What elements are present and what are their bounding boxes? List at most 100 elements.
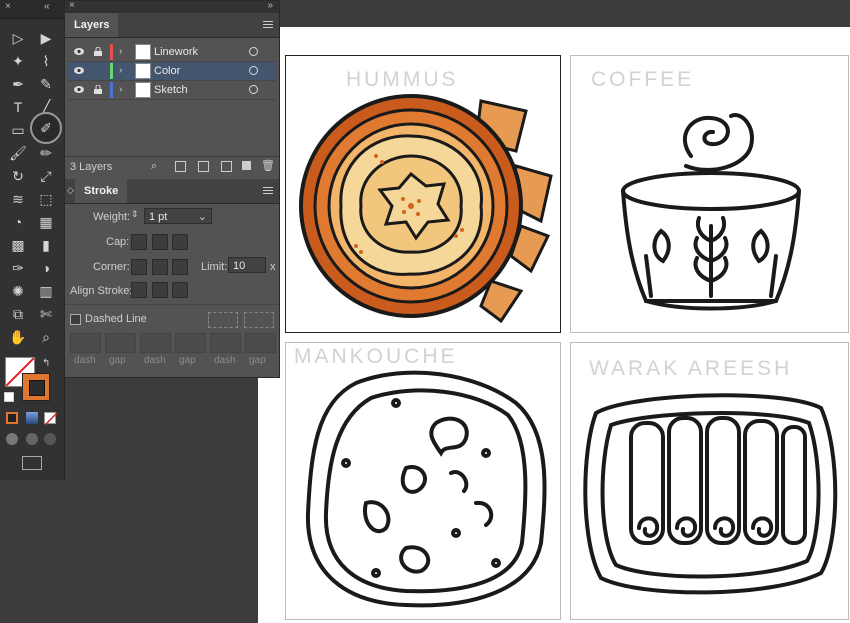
dashed-line-checkbox[interactable] [70,314,81,325]
mesh-icon[interactable]: ▩ [6,234,30,256]
target-icon[interactable] [249,47,258,56]
make-clipping-mask-icon[interactable] [198,161,209,172]
default-colors-icon[interactable] [4,392,14,402]
align-dashes-button[interactable] [244,312,274,328]
tab-stroke[interactable]: Stroke [75,179,128,203]
rotate-icon[interactable]: ↻ [6,165,30,187]
panel-menu-icon[interactable] [263,187,273,196]
round-join-button[interactable] [152,259,168,275]
selection-icon[interactable]: ▷ [6,27,30,49]
paintbrush-icon[interactable]: 🖌 [6,142,30,164]
artboard-warak-areesh[interactable]: WARAK AREESH [570,342,849,620]
layer-color-bar [110,44,113,60]
lock-icon[interactable] [94,47,102,56]
draw-behind-icon[interactable] [26,433,38,445]
tab-layers[interactable]: Layers [65,13,119,37]
dashed-line-label: Dashed Line [85,313,147,325]
eye-icon[interactable] [74,86,84,93]
none-mode-icon[interactable] [44,412,58,426]
dash-field[interactable] [70,333,101,353]
dash-field[interactable] [140,333,171,353]
target-icon[interactable] [249,66,258,75]
scale-icon[interactable]: ⤢ [34,165,58,187]
graph-icon[interactable]: ▥ [34,280,58,302]
dash-label: dash [144,355,166,366]
lock-toggle[interactable] [94,66,102,75]
chevron-down-icon[interactable]: ⌄ [198,209,207,225]
collapse-icon[interactable]: » [267,0,273,11]
panel-menu-icon[interactable] [263,21,273,30]
weight-field[interactable]: 1 pt ⌄ [144,208,212,224]
lasso-icon[interactable]: ⌇ [34,50,58,72]
limit-field[interactable]: 10 [228,257,266,273]
align-inside-button[interactable] [152,282,168,298]
shape-builder-icon[interactable]: ◔ [6,211,30,233]
artboard-mankouche[interactable]: MANKOUCHE [285,342,561,620]
align-center-button[interactable] [131,282,147,298]
curvature-icon[interactable]: ✎ [34,73,58,95]
screen-mode-icon[interactable] [22,456,42,470]
collapse-icon[interactable]: « [44,1,50,12]
blend-icon[interactable]: ◑ [34,257,58,279]
width-icon[interactable]: ≋ [6,188,30,210]
align-outside-button[interactable] [172,282,188,298]
artboard-icon[interactable]: ⧉ [6,303,30,325]
zoom-icon[interactable]: ⌕ [34,326,58,348]
round-cap-button[interactable] [152,234,168,250]
gradient-mode-icon[interactable] [26,412,38,424]
bevel-join-button[interactable] [172,259,188,275]
layer-row[interactable]: › Linework [68,43,276,62]
eye-icon[interactable] [74,67,84,74]
new-layer-icon[interactable] [242,161,251,170]
perspective-grid-icon[interactable]: ▦ [34,211,58,233]
magic-wand-icon[interactable]: ✦ [6,50,30,72]
pencil-icon[interactable]: ✏ [34,142,58,164]
target-icon[interactable] [249,85,258,94]
gap-field[interactable] [245,333,276,353]
stroke-swatch[interactable] [22,373,50,401]
free-transform-icon[interactable]: ⬚ [34,188,58,210]
search-icon[interactable]: ⌕ [151,160,157,173]
new-sublayer-icon[interactable] [221,161,232,172]
close-icon[interactable]: × [5,1,11,12]
artboard-coffee[interactable]: COFFEE [570,55,849,333]
color-mode-icon[interactable] [6,412,18,424]
swap-icon[interactable]: ↰ [42,358,50,369]
artboard-hummus[interactable]: HUMMUS [285,55,561,333]
trash-icon[interactable]: 🗑 [261,159,275,172]
shaper-icon[interactable]: ✐ [30,112,62,144]
preserve-dashes-button[interactable] [208,312,238,328]
gap-field[interactable] [105,333,136,353]
butt-cap-button[interactable] [131,234,147,250]
gap-label: gap [179,355,196,366]
rectangle-icon[interactable]: ▭ [6,119,30,141]
lock-icon[interactable] [94,85,102,94]
layer-row[interactable]: › Sketch [68,81,276,100]
direct-selection-icon[interactable]: ▶ [34,27,58,49]
close-icon[interactable]: × [69,0,75,11]
draw-inside-icon[interactable] [44,433,56,445]
miter-join-button[interactable] [131,259,147,275]
chevron-right-icon[interactable]: › [119,84,122,95]
stepper-icon[interactable]: ⇕ [131,209,139,220]
draw-normal-icon[interactable] [6,433,18,445]
chevron-right-icon[interactable]: › [119,65,122,76]
hand-icon[interactable]: ✋ [6,326,30,348]
projecting-cap-button[interactable] [172,234,188,250]
corner-label: Corner: [93,261,130,273]
symbol-sprayer-icon[interactable]: ✺ [6,280,30,302]
gradient-icon[interactable]: ▮ [34,234,58,256]
dash-field[interactable] [210,333,241,353]
layer-row[interactable]: › Color [68,62,276,81]
chevron-right-icon[interactable]: › [119,46,122,57]
eye-icon[interactable] [74,48,84,55]
eyedropper-icon[interactable]: ✑ [6,257,30,279]
pen-icon[interactable]: ✒ [6,73,30,95]
expand-icon[interactable]: ◇ [67,185,74,196]
slice-icon[interactable]: ✄ [34,303,58,325]
gap-field[interactable] [175,333,206,353]
layer-name: Sketch [154,84,188,96]
type-icon[interactable]: T [6,96,30,118]
collect-export-icon[interactable] [175,161,186,172]
canvas[interactable]: HUMMUS COFFEE MANKOUCHE WARAK AREESH [258,27,850,623]
